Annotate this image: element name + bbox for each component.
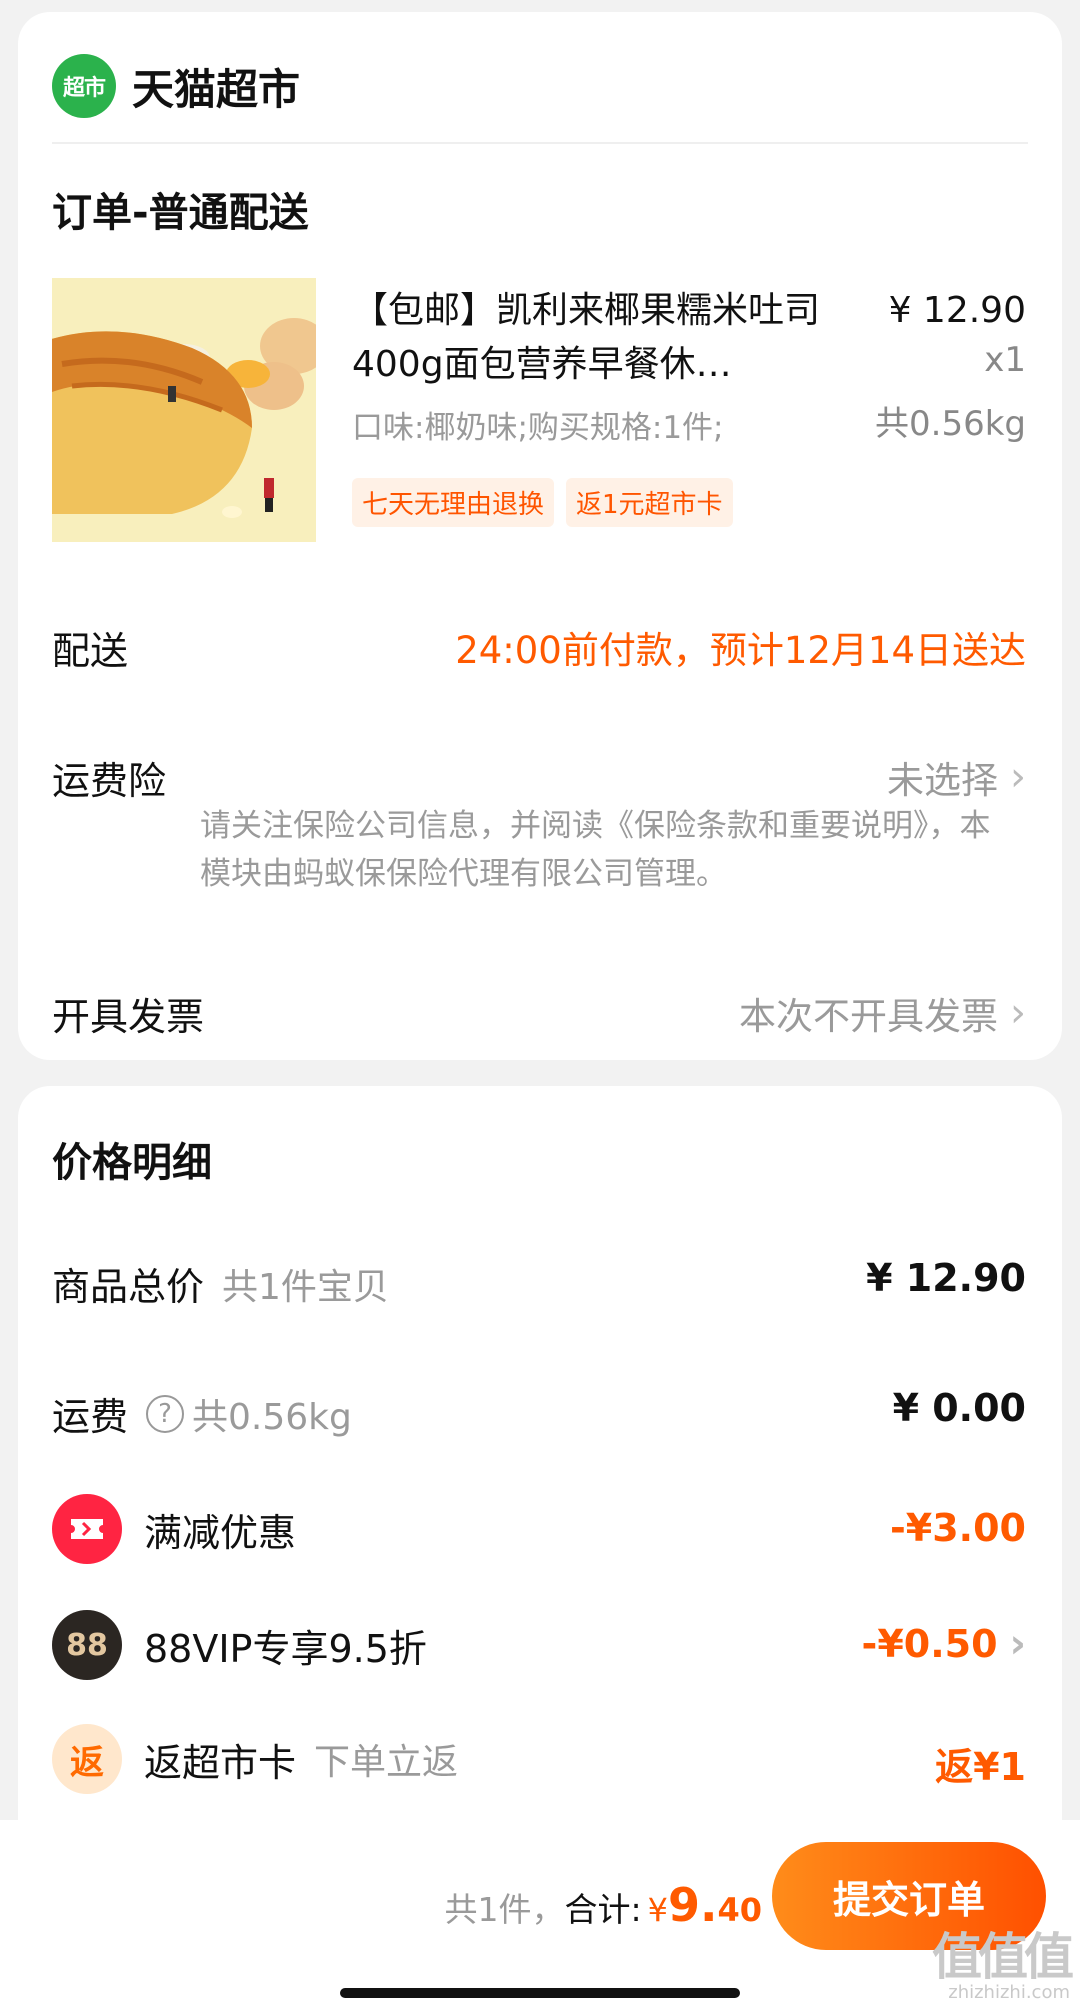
product-spec: 口味:椰奶味;购买规格:1件; (352, 410, 724, 446)
cashback-label: 返超市卡 (144, 1740, 297, 1785)
discount-value: -¥3.00 (890, 1506, 1026, 1550)
cashback-row: 返 返超市卡 下单立返 (52, 1724, 458, 1794)
price-detail-card: 价格明细 商品总价 共1件宝贝 ¥ 12.90 运费 ? 共0.56kg ¥ 0… (18, 1086, 1062, 1846)
chevron-right-icon: › (1010, 990, 1026, 1036)
chevron-right-icon: › (1010, 754, 1026, 800)
items-total-count: 共1件宝贝 (222, 1266, 389, 1308)
tag-cashback-card: 返1元超市卡 (566, 478, 733, 527)
currency-symbol: ¥ (647, 1891, 668, 1929)
help-icon[interactable]: ? (146, 1394, 185, 1433)
divider (52, 142, 1028, 144)
store-logo: 超市 (52, 54, 116, 118)
price-detail-title: 价格明细 (52, 1140, 212, 1186)
invoice-selector[interactable]: 本次不开具发票 › (739, 986, 1026, 1040)
ticket-icon (52, 1494, 122, 1564)
invoice-value: 本次不开具发票 (739, 995, 998, 1038)
order-summary: 共1件， 合计: ¥ 9. 40 (445, 1878, 763, 1932)
discount-label: 满减优惠 (144, 1510, 297, 1555)
product-price: ¥ 12.90 (888, 290, 1026, 331)
order-card: 超市 天猫超市 订单-普通配送 【包邮】凯利来椰果糯米吐司400g面包营养早餐休… (18, 12, 1062, 1060)
tag-return-policy: 七天无理由退换 (352, 478, 555, 527)
shipping-label: 运费 (52, 1395, 129, 1439)
delivery-value: 24:00前付款，预计12月14日送达 (455, 620, 1026, 674)
total-amount: 9. (667, 1878, 718, 1932)
insurance-value: 未选择 (887, 759, 998, 802)
insurance-selector[interactable]: 未选择 › (887, 750, 1026, 804)
chevron-right-icon: › (1009, 1621, 1026, 1667)
vip-row[interactable]: 88 88VIP专享9.5折 (52, 1610, 427, 1680)
home-indicator[interactable] (340, 1988, 740, 1998)
item-count: 共1件， (444, 1890, 565, 1929)
cashback-icon: 返 (52, 1724, 122, 1794)
watermark: 值值值 zhizhizhi.com (932, 1928, 1074, 2003)
store-header[interactable]: 超市 天猫超市 (52, 54, 300, 118)
items-total-row: 商品总价 共1件宝贝 (52, 1256, 389, 1311)
discount-row: 满减优惠 (52, 1494, 296, 1564)
shipping-row: 运费 ? 共0.56kg (52, 1386, 352, 1441)
invoice-label: 开具发票 (52, 995, 205, 1039)
items-total-value: ¥ 12.90 (866, 1256, 1026, 1300)
product-quantity: x1 (984, 340, 1026, 380)
vip-value: -¥0.50 (861, 1622, 998, 1666)
product-weight: 共0.56kg (875, 404, 1026, 444)
vip-discount[interactable]: -¥0.50 › (862, 1622, 1026, 1666)
store-name: 天猫超市 (132, 64, 301, 114)
vip-label: 88VIP专享9.5折 (144, 1626, 427, 1671)
delivery-label: 配送 (52, 629, 129, 673)
cashback-sub: 下单立返 (314, 1742, 459, 1783)
product-image[interactable] (52, 278, 316, 542)
vip-88-icon: 88 (52, 1610, 122, 1680)
product-title[interactable]: 【包邮】凯利来椰果糯米吐司400g面包营养早餐休… (352, 284, 822, 392)
product-tags: 七天无理由退换 返1元超市卡 (352, 478, 733, 527)
shipping-value: ¥ 0.00 (892, 1386, 1026, 1430)
insurance-label: 运费险 (52, 759, 167, 803)
insurance-note: 请关注保险公司信息，并阅读《保险条款和重要说明》，本模块由蚂蚁保保险代理有限公司… (200, 808, 991, 892)
delivery-estimate: 24:00前付款，预计12月14日送达 (455, 629, 1026, 672)
watermark-site: zhizhizhi.com (948, 1982, 1070, 2003)
checkout-bar: 共1件， 合计: ¥ 9. 40 提交订单 值值值 zhizhizhi.com (0, 1820, 1080, 2013)
order-section-title: 订单-普通配送 (52, 190, 309, 236)
total-label: 合计: (564, 1890, 642, 1929)
total-cents: 40 (717, 1891, 762, 1929)
cashback-value: 返¥1 (935, 1745, 1026, 1789)
shipping-weight: 共0.56kg (192, 1396, 352, 1438)
items-total-label: 商品总价 (52, 1265, 205, 1309)
watermark-logo: 值值值 (932, 1928, 1074, 1986)
bread-illustration (52, 278, 316, 542)
